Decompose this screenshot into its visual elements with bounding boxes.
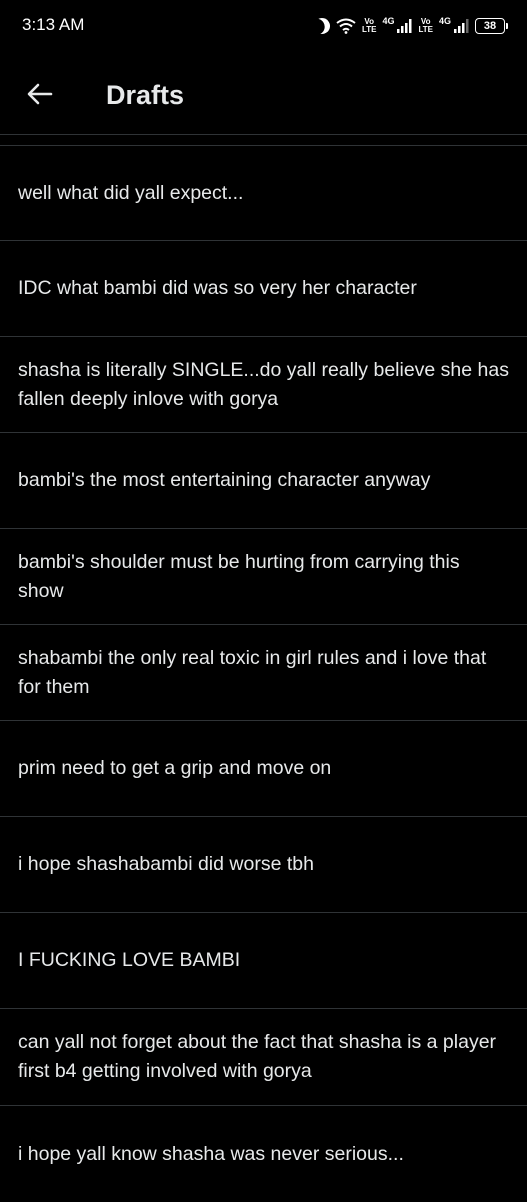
- draft-text: bambi's shoulder must be hurting from ca…: [18, 550, 460, 602]
- draft-item[interactable]: bambi's the most entertaining character …: [0, 433, 527, 529]
- network-gen-label-1: 4G: [382, 16, 395, 26]
- draft-item[interactable]: shabambi the only real toxic in girl rul…: [0, 625, 527, 721]
- signal-icon: [396, 18, 412, 34]
- draft-text: shasha is literally SINGLE...do yall rea…: [18, 358, 509, 410]
- wifi-icon: [336, 18, 356, 34]
- draft-item[interactable]: well what did yall expect...: [0, 146, 527, 241]
- signal-icon: [453, 18, 469, 34]
- header: Drafts: [0, 54, 527, 134]
- back-arrow-icon: [27, 83, 53, 110]
- draft-text: i hope yall know shasha was never seriou…: [18, 1142, 404, 1165]
- page-title: Drafts: [106, 80, 185, 110]
- header-divider: [0, 134, 527, 135]
- moon-icon: [311, 15, 333, 37]
- back-button[interactable]: [20, 76, 60, 116]
- draft-item[interactable]: can yall not forget about the fact that …: [0, 1009, 527, 1106]
- draft-item[interactable]: I FUCKING LOVE BAMBI: [0, 913, 527, 1009]
- volte-label-2: Vo LTE: [418, 17, 433, 34]
- volte-label-1: Vo LTE: [361, 17, 377, 34]
- battery-icon: 38: [475, 18, 508, 34]
- status-time: 3:13 AM: [22, 15, 85, 34]
- network-gen-label-2: 4G: [438, 16, 451, 26]
- draft-item[interactable]: IDC what bambi did was so very her chara…: [0, 241, 527, 337]
- battery-level: 38: [483, 20, 497, 32]
- draft-item[interactable]: bambi's shoulder must be hurting from ca…: [0, 529, 527, 625]
- drafts-list: well what did yall expect... IDC what ba…: [0, 145, 527, 1202]
- draft-text: I FUCKING LOVE BAMBI: [18, 949, 241, 971]
- status-bar: 3:13 AM Vo LTE 4G Vo LTE 4G 38: [0, 0, 527, 54]
- draft-text: prim need to get a grip and move on: [18, 757, 332, 779]
- draft-text: can yall not forget about the fact that …: [18, 1031, 497, 1082]
- draft-text: well what did yall expect...: [18, 181, 244, 204]
- draft-item[interactable]: prim need to get a grip and move on: [0, 721, 527, 817]
- draft-item[interactable]: shasha is literally SINGLE...do yall rea…: [0, 337, 527, 433]
- draft-text: IDC what bambi did was so very her chara…: [18, 277, 417, 299]
- draft-item[interactable]: i hope shashabambi did worse tbh: [0, 817, 527, 913]
- draft-text: i hope shashabambi did worse tbh: [18, 853, 314, 875]
- draft-item[interactable]: i hope yall know shasha was never seriou…: [0, 1106, 527, 1202]
- draft-text: shabambi the only real toxic in girl rul…: [18, 646, 487, 698]
- draft-text: bambi's the most entertaining character …: [18, 469, 431, 491]
- status-icons: Vo LTE 4G Vo LTE 4G 38: [311, 14, 508, 38]
